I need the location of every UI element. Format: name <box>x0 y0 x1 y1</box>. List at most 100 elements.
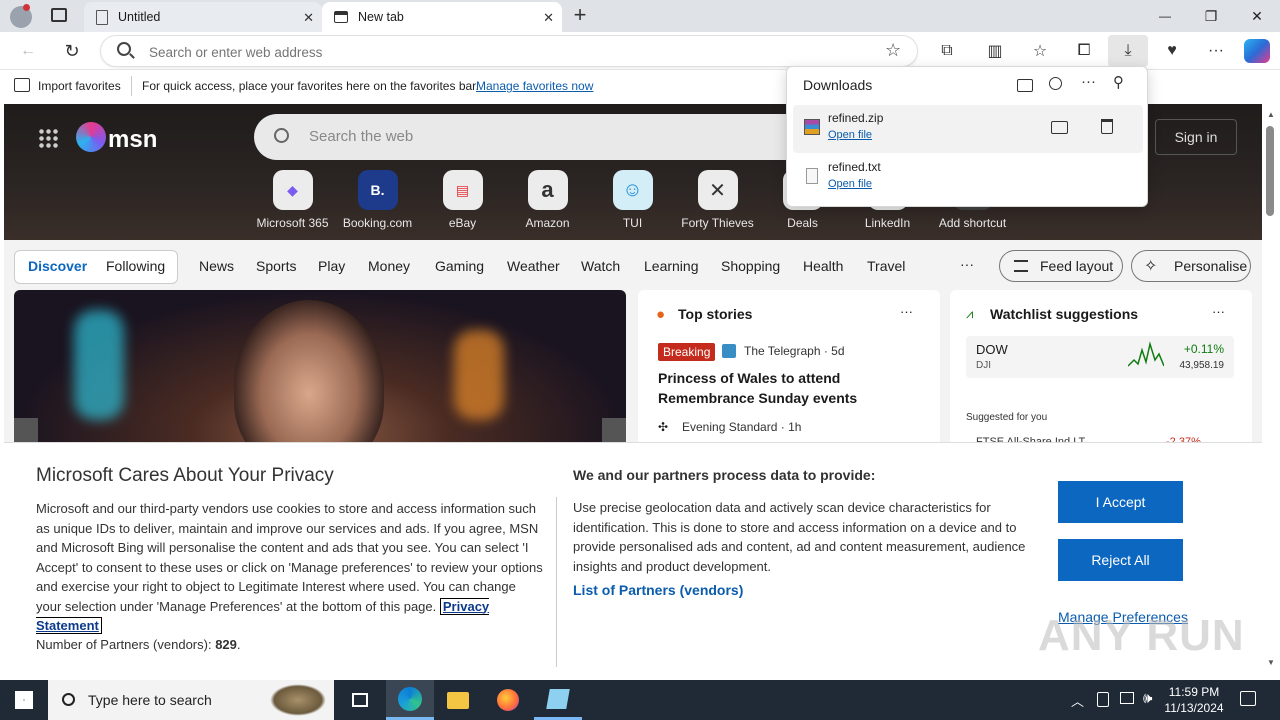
watchlist-more-button[interactable]: ··· <box>1212 304 1225 319</box>
nav-sports[interactable]: Sports <box>256 258 296 274</box>
taskbar-search-box[interactable]: Type here to search <box>48 680 334 720</box>
restore-button[interactable]: ❐ <box>1188 0 1234 32</box>
start-button[interactable] <box>0 680 48 720</box>
personalise-button[interactable]: ✧ Personalise <box>1131 250 1251 282</box>
sliders-icon <box>1014 260 1028 272</box>
volume-icon[interactable]: 🕪 <box>1143 690 1152 707</box>
tab-new-tab[interactable]: New tab ✕ <box>322 2 562 32</box>
anyrun-watermark: ANY RUN <box>1038 611 1245 660</box>
tab-label: Untitled <box>118 10 161 24</box>
favorite-star-icon[interactable]: ☆ <box>885 40 901 61</box>
ticker-row[interactable]: DOW DJI +0.11% 43,958.19 <box>966 336 1234 378</box>
tab-untitled[interactable]: Untitled ✕ <box>84 2 322 32</box>
ticker-symbol: DOW <box>976 342 1008 357</box>
sign-in-button[interactable]: Sign in <box>1155 119 1237 155</box>
bokeh-light <box>74 310 124 420</box>
split-screen-icon[interactable]: ▥ <box>981 37 1009 65</box>
close-window-button[interactable]: ✕ <box>1234 0 1280 32</box>
import-favorites-button[interactable]: Import favorites <box>38 79 121 93</box>
nav-watch[interactable]: Watch <box>581 258 620 274</box>
nav-gaming[interactable]: Gaming <box>435 258 484 274</box>
apps-grid-icon[interactable] <box>38 128 58 148</box>
profile-icon[interactable] <box>10 4 32 28</box>
refresh-icon[interactable]: ↻ <box>58 37 86 65</box>
top-stories-title: Top stories <box>678 306 753 322</box>
nav-news[interactable]: News <box>199 258 234 274</box>
file-explorer-icon[interactable] <box>434 680 482 720</box>
shortcut-tui[interactable]: ☺ TUI <box>590 170 675 230</box>
search-downloads-icon[interactable] <box>1049 77 1062 90</box>
story-headline-link[interactable]: Princess of Wales to attend Remembrance … <box>658 368 868 408</box>
reject-all-button[interactable]: Reject All <box>1058 539 1183 581</box>
nav-shopping[interactable]: Shopping <box>721 258 780 274</box>
text-file-icon <box>806 168 818 184</box>
collections-icon[interactable]: ⧠ <box>1070 37 1098 65</box>
microsoft-365-icon: ◆ <box>272 170 313 210</box>
evening-standard-icon: ✣ <box>658 420 669 434</box>
shortcut-ebay[interactable]: ▤ eBay <box>420 170 505 230</box>
nav-play[interactable]: Play <box>318 258 345 274</box>
show-in-folder-icon[interactable] <box>1051 121 1068 134</box>
firefox-icon[interactable] <box>484 680 532 720</box>
nav-weather[interactable]: Weather <box>507 258 560 274</box>
favorites-icon[interactable]: ☆ <box>1026 37 1054 65</box>
nav-money[interactable]: Money <box>368 258 410 274</box>
shortcut-microsoft-365[interactable]: ◆ Microsoft 365 <box>250 170 335 230</box>
top-stories-more-button[interactable]: ··· <box>900 304 913 319</box>
accept-button[interactable]: I Accept <box>1058 481 1183 523</box>
msn-logo-icon[interactable] <box>76 122 106 152</box>
tab-discover[interactable]: Discover <box>28 258 87 274</box>
clock[interactable]: 11:59 PM 11/13/2024 <box>1162 684 1226 716</box>
list-of-partners-link[interactable]: List of Partners (vendors) <box>573 582 743 598</box>
extensions-icon[interactable]: ⧉ <box>933 37 961 65</box>
download-item[interactable]: refined.txt Open file <box>793 154 1143 202</box>
privacy-title: Microsoft Cares About Your Privacy <box>36 465 334 486</box>
scroll-thumb[interactable] <box>1266 126 1274 216</box>
stocks-icon: ⩘ <box>966 306 974 321</box>
nav-learning[interactable]: Learning <box>644 258 699 274</box>
back-arrow-icon[interactable]: ← <box>14 37 42 65</box>
manage-favorites-link[interactable]: Manage favorites now <box>476 79 593 93</box>
task-view-icon[interactable] <box>336 680 384 720</box>
browser-essentials-icon[interactable]: ♥ <box>1158 37 1186 65</box>
device-icon[interactable] <box>1097 692 1109 707</box>
delete-icon[interactable] <box>1101 119 1113 134</box>
feed-layout-button[interactable]: Feed layout <box>999 250 1123 282</box>
page-scrollbar[interactable]: ▲ ▼ <box>1262 104 1280 676</box>
pin-icon[interactable]: ⚲ <box>1113 73 1124 91</box>
copilot-icon[interactable] <box>1244 39 1270 63</box>
downloads-icon[interactable]: ⤓ <box>1108 35 1148 67</box>
chevron-up-icon[interactable]: ︿ <box>1071 691 1084 710</box>
story-source-2: Evening Standard · 1h <box>682 420 802 434</box>
windows-logo-icon <box>15 691 33 709</box>
scroll-up-icon[interactable]: ▲ <box>1267 110 1275 119</box>
tab-actions-icon[interactable] <box>51 8 67 22</box>
page-icon <box>96 9 108 25</box>
address-bar[interactable]: ☆ <box>100 35 918 67</box>
nav-health[interactable]: Health <box>803 258 843 274</box>
close-tab-icon[interactable]: ✕ <box>303 10 314 26</box>
suggested-label: Suggested for you <box>966 412 1048 423</box>
shortcut-booking[interactable]: B. Booking.com <box>335 170 420 230</box>
open-file-link[interactable]: Open file <box>828 178 872 190</box>
tab-following[interactable]: Following <box>106 258 165 274</box>
address-input[interactable] <box>149 42 849 62</box>
close-tab-icon[interactable]: ✕ <box>543 10 554 26</box>
tui-icon: ☺ <box>612 170 653 210</box>
notifications-icon[interactable] <box>1240 691 1256 706</box>
open-file-link[interactable]: Open file <box>828 129 872 141</box>
nav-travel[interactable]: Travel <box>867 258 905 274</box>
download-item[interactable]: refined.zip Open file <box>793 105 1143 153</box>
edge-taskbar-icon[interactable] <box>386 680 434 720</box>
settings-more-icon[interactable]: ··· <box>1202 37 1230 65</box>
open-folder-icon[interactable] <box>1017 79 1033 92</box>
scroll-down-icon[interactable]: ▼ <box>1267 658 1275 667</box>
minimize-button[interactable]: — <box>1142 0 1188 32</box>
network-icon[interactable] <box>1120 692 1134 704</box>
shortcut-forty-thieves[interactable]: ✕ Forty Thieves <box>675 170 760 230</box>
more-options-icon[interactable]: ··· <box>1081 73 1096 90</box>
notepad-icon[interactable] <box>534 680 582 720</box>
new-tab-button[interactable]: + <box>568 2 592 30</box>
shortcut-amazon[interactable]: a Amazon <box>505 170 590 230</box>
nav-more-button[interactable]: ··· <box>960 256 974 272</box>
